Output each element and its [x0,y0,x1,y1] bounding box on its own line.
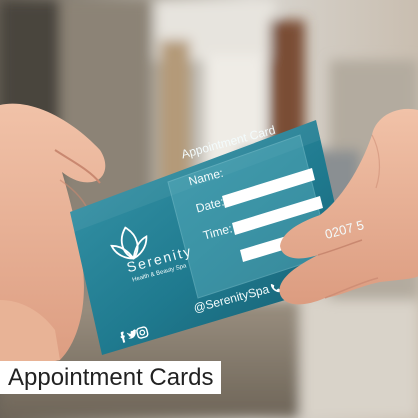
image-caption: Appointment Cards [0,361,222,394]
photo [0,0,418,418]
product-image-tile[interactable]: Appointment Card Name: Date: Time: Seren… [0,0,418,418]
